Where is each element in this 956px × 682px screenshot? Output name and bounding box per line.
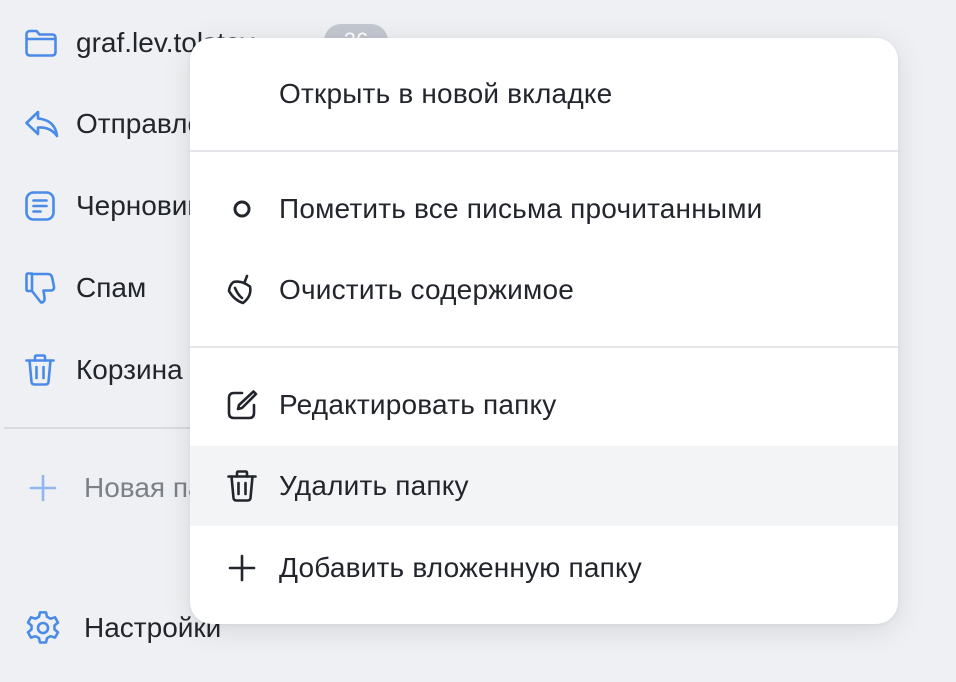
sidebar-item-drafts[interactable]: Черновики [24, 186, 215, 226]
trash-icon [224, 468, 260, 504]
drafts-icon [24, 187, 62, 225]
menu-item-label: Удалить папку [279, 470, 469, 501]
folder-context-menu: Открыть в новой вкладке Пометить все пис… [190, 38, 898, 624]
menu-item-label: Редактировать папку [279, 389, 557, 420]
menu-item-add-subfolder[interactable]: Добавить вложенную папку [190, 528, 898, 608]
sidebar-item-spam[interactable]: Спам [24, 268, 146, 308]
circle-icon [224, 191, 260, 227]
menu-separator [190, 346, 898, 348]
settings-button[interactable]: Настройки [26, 608, 221, 648]
menu-separator [190, 150, 898, 152]
menu-item-open-in-new-tab[interactable]: Открыть в новой вкладке [190, 54, 898, 134]
menu-item-clear-contents[interactable]: Очистить содержимое [190, 250, 898, 330]
menu-item-label: Открыть в новой вкладке [279, 78, 613, 109]
menu-item-delete-folder[interactable]: Удалить папку [190, 446, 898, 526]
plus-icon [28, 469, 62, 507]
sidebar-divider [4, 427, 190, 429]
menu-item-mark-all-read[interactable]: Пометить все письма прочитанными [190, 169, 898, 249]
sidebar-item-label: Спам [76, 272, 147, 303]
menu-item-label: Добавить вложенную папку [279, 552, 642, 583]
menu-item-edit-folder[interactable]: Редактировать папку [190, 365, 898, 445]
folder-icon [24, 24, 62, 62]
trash-icon [24, 351, 62, 389]
gear-icon [26, 609, 62, 647]
menu-item-label: Очистить содержимое [279, 274, 574, 305]
broom-icon [224, 272, 260, 308]
edit-icon [224, 387, 260, 423]
sidebar-item-trash[interactable]: Корзина [24, 350, 183, 390]
sent-icon [24, 105, 62, 143]
menu-item-label: Пометить все письма прочитанными [279, 193, 763, 224]
sidebar-item-label: Корзина [76, 354, 183, 385]
plus-icon [224, 550, 260, 586]
spam-icon [24, 269, 62, 307]
